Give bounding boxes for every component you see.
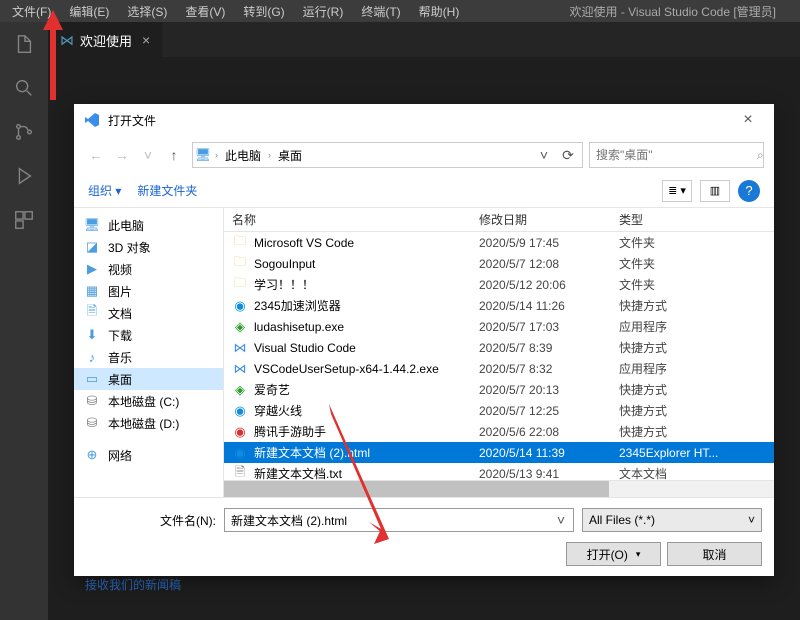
dialog-nav: ← → ˅ ↑ 🖥 › 此电脑 › 桌面 ˅ ⟳ ⌕ <box>74 136 774 174</box>
nav-up-button[interactable]: ↑ <box>162 143 186 167</box>
menu-terminal[interactable]: 终端(T) <box>353 1 408 22</box>
path-dropdown-button[interactable]: ˅ <box>532 143 556 167</box>
file-list: 名称 修改日期 类型 🗀Microsoft VS Code2020/5/9 17… <box>224 208 774 497</box>
sidebar-item[interactable]: ♪音乐 <box>74 346 223 368</box>
toolbar: 组织 ▾ 新建文件夹 ≣ ▾ ▥ ? <box>74 174 774 208</box>
activity-extensions-icon[interactable] <box>12 208 36 232</box>
pc-icon: 🖥 <box>195 147 211 163</box>
nav-forward-button[interactable]: → <box>110 143 134 167</box>
open-file-dialog: 打开文件 × ← → ˅ ↑ 🖥 › 此电脑 › 桌面 ˅ ⟳ ⌕ 组织 ▾ <box>74 104 774 576</box>
col-name[interactable]: 名称 <box>224 211 479 228</box>
filename-combobox[interactable]: ˅ <box>224 508 574 532</box>
menu-edit[interactable]: 编辑(E) <box>61 1 117 22</box>
sidebar-item[interactable]: ▭桌面 <box>74 368 223 390</box>
vscode-logo-icon <box>84 112 100 128</box>
preview-pane-button[interactable]: ▥ <box>700 180 730 202</box>
chevron-right-icon: › <box>215 150 218 160</box>
dialog-titlebar: 打开文件 × <box>74 104 774 136</box>
menu-goto[interactable]: 转到(G) <box>235 1 292 22</box>
menu-select[interactable]: 选择(S) <box>119 1 175 22</box>
path-refresh-button[interactable]: ⟳ <box>556 143 580 167</box>
file-row[interactable]: ◈ludashisetup.exe2020/5/7 17:03应用程序 <box>224 316 774 337</box>
menu-run[interactable]: 运行(R) <box>295 1 352 22</box>
col-type[interactable]: 类型 <box>619 211 774 228</box>
file-rows: 🗀Microsoft VS Code2020/5/9 17:45文件夹🗀Sogo… <box>224 232 774 480</box>
sidebar-item[interactable]: 🗎文档 <box>74 302 223 324</box>
dialog-close-button[interactable]: × <box>732 104 764 136</box>
filter-dropdown[interactable]: All Files (*.*) ˅ <box>582 508 762 532</box>
horizontal-scrollbar[interactable] <box>224 480 774 497</box>
tab-close-icon[interactable]: × <box>142 32 150 48</box>
sidebar-item[interactable]: ⛁本地磁盘 (C:) <box>74 390 223 412</box>
tab-bar: ⋈ 欢迎使用 × <box>48 22 800 57</box>
sidebar-item[interactable]: ▶视频 <box>74 258 223 280</box>
column-headers: 名称 修改日期 类型 <box>224 208 774 232</box>
sidebar-item[interactable]: ⊕网络 <box>74 444 223 466</box>
sidebar-item[interactable]: 🖥此电脑 <box>74 214 223 236</box>
sidebar-item[interactable]: ◪3D 对象 <box>74 236 223 258</box>
new-folder-button[interactable]: 新建文件夹 <box>137 182 197 199</box>
sidebar: 🖥此电脑◪3D 对象▶视频▦图片🗎文档⬇下载♪音乐▭桌面⛁本地磁盘 (C:)⛁本… <box>74 208 224 497</box>
menu-file[interactable]: 文件(F) <box>4 1 59 22</box>
path-current[interactable]: 桌面 <box>275 147 305 164</box>
menu-view[interactable]: 查看(V) <box>177 1 233 22</box>
view-mode-button[interactable]: ≣ ▾ <box>662 180 692 202</box>
help-button[interactable]: ? <box>738 180 760 202</box>
file-row[interactable]: 🗀SogouInput2020/5/7 12:08文件夹 <box>224 253 774 274</box>
menu-help[interactable]: 帮助(H) <box>411 1 468 22</box>
nav-recent-button[interactable]: ˅ <box>136 143 160 167</box>
window-title: 欢迎使用 - Visual Studio Code [管理员] <box>569 3 776 20</box>
chevron-right-icon: › <box>268 150 271 160</box>
search-icon[interactable]: ⌕ <box>757 148 764 163</box>
bg-newsletter-link[interactable]: 接收我们的新闻稿 <box>85 576 181 593</box>
filename-label: 文件名(N): <box>86 512 216 529</box>
filter-value: All Files (*.*) <box>589 513 655 527</box>
activity-search-icon[interactable] <box>12 76 36 100</box>
file-row[interactable]: 🗀学习！！！2020/5/12 20:06文件夹 <box>224 274 774 295</box>
path-root[interactable]: 此电脑 <box>222 147 264 164</box>
activity-debug-icon[interactable] <box>12 164 36 188</box>
activity-git-icon[interactable] <box>12 120 36 144</box>
file-row[interactable]: ◉2345加速浏览器2020/5/14 11:26快捷方式 <box>224 295 774 316</box>
filename-input[interactable] <box>225 513 549 527</box>
activity-files-icon[interactable] <box>12 32 36 56</box>
file-row[interactable]: 🗀Microsoft VS Code2020/5/9 17:45文件夹 <box>224 232 774 253</box>
cancel-button[interactable]: 取消 <box>667 542 762 566</box>
file-row[interactable]: ◈爱奇艺2020/5/7 20:13快捷方式 <box>224 379 774 400</box>
file-row[interactable]: ◉穿越火线2020/5/7 12:25快捷方式 <box>224 400 774 421</box>
search-box[interactable]: ⌕ <box>589 142 764 168</box>
search-input[interactable] <box>596 148 751 162</box>
vscode-menubar: 文件(F) 编辑(E) 选择(S) 查看(V) 转到(G) 运行(R) 终端(T… <box>0 0 800 22</box>
dialog-footer: 文件名(N): ˅ All Files (*.*) ˅ 打开(O)▾ 取消 <box>74 497 774 576</box>
nav-back-button[interactable]: ← <box>84 143 108 167</box>
filename-dropdown-button[interactable]: ˅ <box>549 508 573 532</box>
file-row[interactable]: ◉腾讯手游助手2020/5/6 22:08快捷方式 <box>224 421 774 442</box>
dialog-title-text: 打开文件 <box>108 112 724 129</box>
sidebar-item[interactable]: ⬇下载 <box>74 324 223 346</box>
file-row[interactable]: ⋈Visual Studio Code2020/5/7 8:39快捷方式 <box>224 337 774 358</box>
tab-label: 欢迎使用 <box>80 31 132 50</box>
chevron-down-icon: ˅ <box>748 513 755 527</box>
vscode-icon: ⋈ <box>60 32 74 49</box>
sidebar-item[interactable]: ▦图片 <box>74 280 223 302</box>
file-row[interactable]: 🗎新建文本文档.txt2020/5/13 9:41文本文档 <box>224 463 774 480</box>
file-row[interactable]: ⋈VSCodeUserSetup-x64-1.44.2.exe2020/5/7 … <box>224 358 774 379</box>
path-breadcrumb[interactable]: 🖥 › 此电脑 › 桌面 ˅ ⟳ <box>192 142 583 168</box>
activity-bar <box>0 22 48 620</box>
organize-button[interactable]: 组织 ▾ <box>88 182 121 199</box>
file-row[interactable]: ◉新建文本文档 (2).html2020/5/14 11:392345Explo… <box>224 442 774 463</box>
sidebar-item[interactable]: ⛁本地磁盘 (D:) <box>74 412 223 434</box>
col-date[interactable]: 修改日期 <box>479 211 619 228</box>
tab-welcome[interactable]: ⋈ 欢迎使用 × <box>48 22 162 57</box>
open-button[interactable]: 打开(O)▾ <box>566 542 661 566</box>
